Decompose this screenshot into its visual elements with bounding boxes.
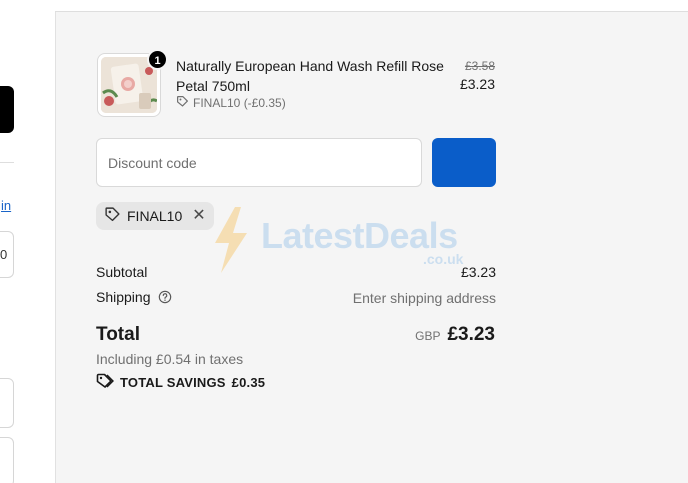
original-price: £3.58 xyxy=(464,59,495,73)
product-thumbnail: 1 xyxy=(97,49,168,117)
applied-discount-code: FINAL10 xyxy=(127,208,183,224)
tag-icon xyxy=(176,95,189,111)
shipping-value: Enter shipping address xyxy=(352,289,496,306)
shipping-label: Shipping xyxy=(96,289,151,305)
subtotal-label: Subtotal xyxy=(96,264,148,280)
discount-code-input[interactable] xyxy=(96,138,422,187)
watermark-text: LatestDeals xyxy=(261,215,458,256)
item-price: £3.23 xyxy=(459,76,495,92)
tag-icon xyxy=(104,206,121,226)
contact-input-text: 0 xyxy=(0,247,8,262)
form-divider xyxy=(0,162,14,163)
log-in-link[interactable]: in xyxy=(1,198,11,213)
shipping-row: Shipping Enter shipping address xyxy=(96,289,496,307)
product-name: Naturally European Hand Wash Refill Rose… xyxy=(176,58,444,94)
delivery-option[interactable] xyxy=(0,437,14,483)
total-label: Total xyxy=(96,324,140,345)
applied-discount-chip: FINAL10 ✕ xyxy=(96,202,214,230)
total-savings: TOTAL SAVINGS £0.35 xyxy=(96,373,265,392)
delivery-option[interactable] xyxy=(0,378,14,428)
taxes-note: Including £0.54 in taxes xyxy=(96,351,244,367)
total-amount-group: GBP £3.23 xyxy=(415,324,495,346)
currency-code: GBP xyxy=(415,329,441,343)
quantity-badge: 1 xyxy=(147,49,168,70)
express-pay-button[interactable] xyxy=(0,86,14,133)
order-summary: 1 Naturally European Hand Wash Refill Ro… xyxy=(55,12,688,483)
apply-discount-button[interactable] xyxy=(432,138,496,187)
checkout-form-column: in 0 xyxy=(0,0,55,483)
product-discount: FINAL10 (-£0.35) xyxy=(176,95,286,111)
help-icon[interactable] xyxy=(158,290,172,307)
savings-value: £0.35 xyxy=(231,375,266,390)
close-icon[interactable]: ✕ xyxy=(192,208,205,224)
subtotal-row: Subtotal £3.23 xyxy=(96,264,496,280)
product-discount-label: FINAL10 (-£0.35) xyxy=(193,96,286,110)
savings-label: TOTAL SAVINGS xyxy=(120,375,226,390)
savings-tag-icon xyxy=(96,373,114,392)
subtotal-value: £3.23 xyxy=(460,264,496,280)
total-amount: £3.23 xyxy=(447,324,495,345)
